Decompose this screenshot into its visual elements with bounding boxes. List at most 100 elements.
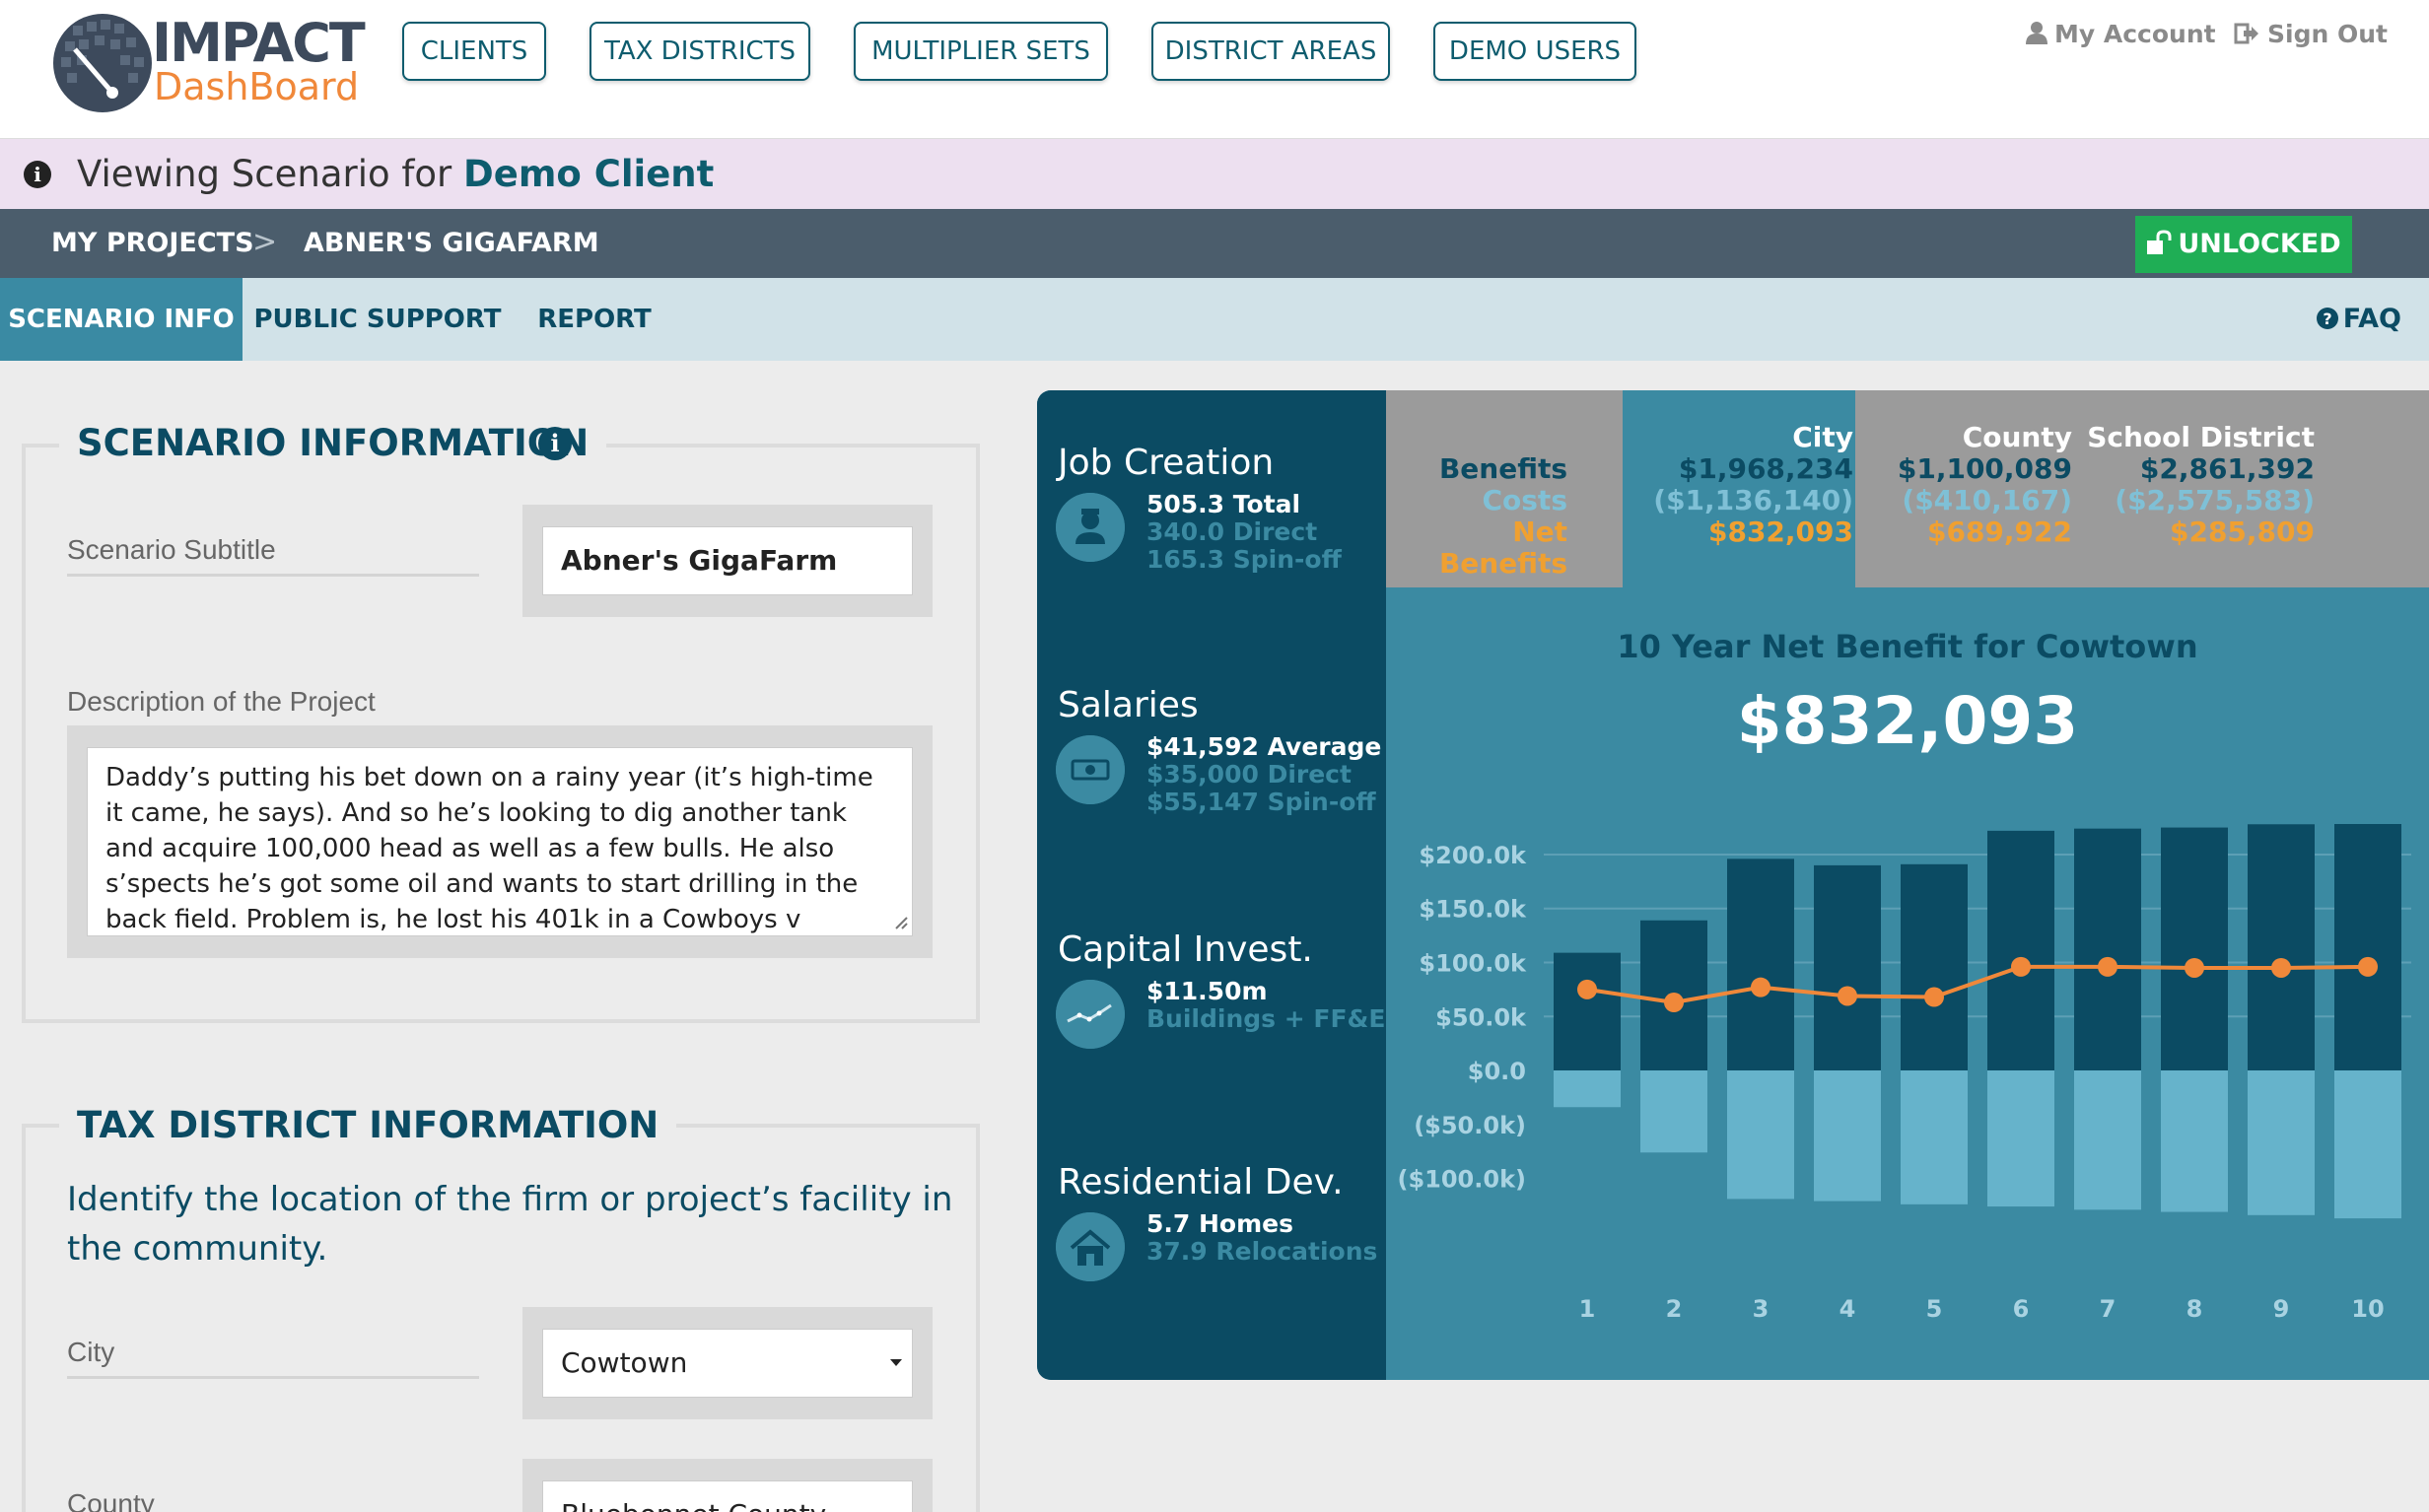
school-district-column-header[interactable]: School District bbox=[2087, 422, 2315, 453]
my-account-link[interactable]: My Account bbox=[2025, 18, 2216, 51]
cost-bar bbox=[1640, 1070, 1707, 1153]
net-benefits-row-label: Net Benefits bbox=[1438, 515, 1567, 580]
unlock-icon bbox=[2147, 230, 2172, 254]
county-select[interactable]: Bluebonnet County bbox=[542, 1480, 913, 1512]
net-benefit-point bbox=[2098, 956, 2117, 977]
salaries-direct: $35,000 Direct bbox=[1146, 760, 1352, 789]
cost-bar bbox=[2248, 1070, 2315, 1215]
benefit-bar bbox=[1727, 859, 1794, 1071]
impact-dashboard-logo[interactable]: IMPACT DashBoard bbox=[51, 10, 366, 112]
tab-public-support[interactable]: PUBLIC SUPPORT bbox=[252, 278, 503, 361]
y-tick-label: ($50.0k) bbox=[1414, 1112, 1526, 1139]
viewing-scenario-banner: i Viewing Scenario for Demo Client bbox=[0, 138, 2429, 209]
y-tick-label: $200.0k bbox=[1419, 842, 1527, 869]
scenario-info-icon[interactable]: i bbox=[538, 427, 572, 460]
residential-title: Residential Dev. bbox=[1058, 1162, 1344, 1203]
net-benefit-point bbox=[1577, 979, 1597, 999]
salaries-title: Salaries bbox=[1058, 685, 1199, 725]
county-costs: ($410,167) bbox=[1902, 484, 2072, 516]
benefit-bar bbox=[1814, 864, 1881, 1071]
label-underline bbox=[67, 1376, 479, 1379]
city-select[interactable]: Cowtown bbox=[542, 1329, 913, 1398]
benefit-bar bbox=[2248, 824, 2315, 1071]
county-label: County bbox=[67, 1488, 155, 1512]
net-benefit-point bbox=[2358, 956, 2378, 977]
scenario-tabs: SCENARIO INFO PUBLIC SUPPORT REPORT ? FA… bbox=[0, 278, 2429, 361]
benefit-bar bbox=[2161, 827, 2228, 1071]
city-net-benefits: $832,093 bbox=[1707, 515, 1853, 548]
benefit-bar bbox=[1554, 952, 1621, 1071]
cost-bar bbox=[1987, 1070, 2054, 1207]
question-icon: ? bbox=[2316, 308, 2338, 329]
city-selected-value: Cowtown bbox=[561, 1346, 688, 1379]
school-district-benefits: $2,861,392 bbox=[2139, 452, 2315, 485]
user-icon bbox=[2026, 22, 2047, 44]
residential-relocations: 37.9 Relocations bbox=[1146, 1237, 1378, 1266]
residential-homes: 5.7 Homes bbox=[1146, 1209, 1293, 1238]
nav-clients-button[interactable]: CLIENTS bbox=[402, 22, 546, 81]
faq-link[interactable]: ? FAQ bbox=[2316, 278, 2401, 361]
benefit-bar bbox=[1987, 830, 2054, 1071]
nav-district-areas-button[interactable]: DISTRICT AREAS bbox=[1151, 22, 1390, 81]
city-column-header[interactable]: City bbox=[1792, 422, 1853, 453]
sign-out-icon bbox=[2234, 23, 2258, 44]
top-header: IMPACT DashBoard CLIENTS TAX DISTRICTS M… bbox=[0, 0, 2429, 138]
benefit-bar bbox=[2334, 824, 2401, 1071]
benefit-bar bbox=[1901, 863, 1968, 1071]
x-tick-label: 3 bbox=[1753, 1295, 1770, 1323]
label-underline bbox=[67, 574, 479, 577]
cost-bar bbox=[2334, 1070, 2401, 1219]
salaries-spinoff: $55,147 Spin-off bbox=[1146, 788, 1376, 816]
cost-bar bbox=[2074, 1070, 2141, 1210]
school-district-net-benefits: $285,809 bbox=[2169, 515, 2315, 548]
x-tick-label: 6 bbox=[2013, 1295, 2030, 1323]
x-tick-label: 8 bbox=[2186, 1295, 2203, 1323]
svg-text:?: ? bbox=[2323, 309, 2331, 328]
county-benefits: $1,100,089 bbox=[1897, 452, 2072, 485]
benefits-row-label: Benefits bbox=[1438, 452, 1567, 485]
worker-icon bbox=[1056, 493, 1125, 562]
tab-scenario-info[interactable]: SCENARIO INFO bbox=[0, 278, 243, 361]
nav-multiplier-sets-button[interactable]: MULTIPLIER SETS bbox=[854, 22, 1108, 81]
breadcrumb: MY PROJECTS > ABNER'S GIGAFARM UNLOCKED bbox=[0, 209, 2429, 278]
description-label: Description of the Project bbox=[67, 686, 376, 717]
description-textarea[interactable]: Daddy’s putting his bet down on a rainy … bbox=[87, 747, 913, 936]
tab-report[interactable]: REPORT bbox=[526, 278, 662, 361]
logo-text-impact: IMPACT bbox=[152, 12, 366, 74]
chart-title: 10 Year Net Benefit for Cowtown bbox=[1617, 628, 2198, 665]
x-tick-label: 10 bbox=[2351, 1295, 2384, 1323]
chevron-down-icon bbox=[890, 1359, 902, 1366]
capital-amount: $11.50m bbox=[1146, 977, 1268, 1005]
metrics-sidebar: Job Creation 505.3 Total 340.0 Direct 16… bbox=[1037, 390, 1386, 1380]
y-tick-label: $50.0k bbox=[1435, 1003, 1527, 1031]
net-benefit-point bbox=[2271, 957, 2291, 978]
house-icon bbox=[1056, 1212, 1125, 1281]
x-tick-label: 4 bbox=[1839, 1295, 1856, 1323]
scenario-subtitle-input[interactable]: Abner's GigaFarm bbox=[542, 526, 913, 595]
county-column-header[interactable]: County bbox=[1963, 422, 2072, 453]
sign-out-link[interactable]: Sign Out bbox=[2234, 18, 2388, 51]
county-net-benefits: $689,922 bbox=[1926, 515, 2072, 548]
breadcrumb-separator: > bbox=[252, 225, 278, 259]
cost-bar bbox=[1727, 1070, 1794, 1200]
net-benefit-point bbox=[1751, 977, 1770, 997]
unlocked-button[interactable]: UNLOCKED bbox=[2135, 216, 2352, 273]
breadcrumb-my-projects[interactable]: MY PROJECTS bbox=[51, 225, 254, 262]
school-district-costs: ($2,575,583) bbox=[2115, 484, 2315, 516]
impact-summary-panel: Job Creation 505.3 Total 340.0 Direct 16… bbox=[1037, 390, 2429, 1380]
jobs-total: 505.3 Total bbox=[1146, 490, 1301, 518]
capital-title: Capital Invest. bbox=[1058, 929, 1313, 970]
chart-total-value: $832,093 bbox=[1736, 683, 2079, 759]
scenario-subtitle-label: Scenario Subtitle bbox=[67, 534, 276, 565]
client-name: Demo Client bbox=[463, 153, 715, 195]
money-icon bbox=[1056, 735, 1125, 804]
nav-demo-users-button[interactable]: DEMO USERS bbox=[1433, 22, 1636, 81]
trend-icon bbox=[1056, 980, 1125, 1049]
resize-handle-icon[interactable] bbox=[893, 915, 909, 930]
capital-detail: Buildings + FF&E bbox=[1146, 1004, 1386, 1033]
unlocked-label: UNLOCKED bbox=[2178, 229, 2341, 259]
nav-tax-districts-button[interactable]: TAX DISTRICTS bbox=[590, 22, 810, 81]
x-tick-label: 7 bbox=[2100, 1295, 2117, 1323]
logo-text-dashboard: DashBoard bbox=[154, 65, 360, 108]
cost-bar bbox=[1814, 1070, 1881, 1202]
